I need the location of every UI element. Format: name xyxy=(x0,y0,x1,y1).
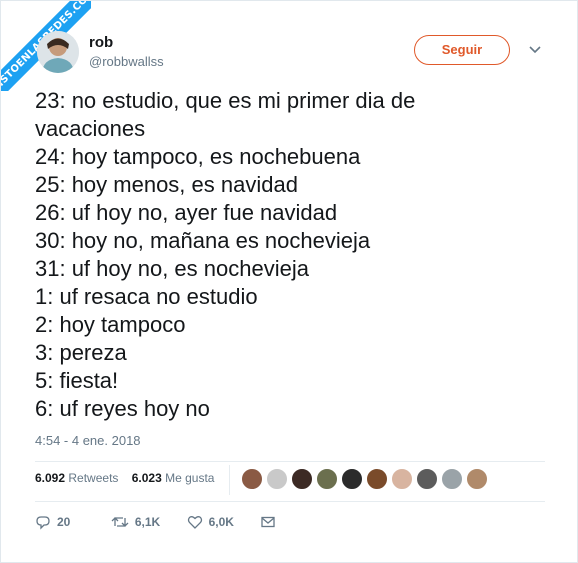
stats-separator xyxy=(229,465,230,495)
tweet-line: vacaciones xyxy=(35,116,146,141)
retweet-count: 6,1K xyxy=(134,514,161,529)
likes-count: 6.023 xyxy=(131,471,162,485)
tweet-actions: 20 6,1K 6,0K xyxy=(35,513,304,535)
tweet-line: 24: hoy tampoco, es nochebuena xyxy=(35,144,361,169)
chevron-down-icon[interactable] xyxy=(527,41,543,57)
retweet-button[interactable]: 6,1K xyxy=(111,514,160,530)
retweets-count: 6.092 xyxy=(35,471,66,485)
tweet-line: 23: no estudio, que es mi primer dia de xyxy=(35,88,416,113)
tweet-timestamp[interactable]: 4:54 - 4 ene. 2018 xyxy=(35,433,141,448)
reply-count: 20 xyxy=(57,514,71,529)
like-button[interactable]: 6,0K xyxy=(187,514,234,530)
tweet-line: 6: uf reyes hoy no xyxy=(35,396,210,421)
avatar-8[interactable] xyxy=(416,468,438,490)
likers-avatars xyxy=(241,468,491,494)
avatar-1[interactable] xyxy=(241,468,263,490)
tweet-line: 3: pereza xyxy=(35,340,127,365)
retweets-label: Retweets xyxy=(68,471,119,485)
tweet-line: 5: fiesta! xyxy=(35,368,119,393)
tweet-header: rob @robbwallss Seguir xyxy=(37,31,547,75)
tweet-line: 2: hoy tampoco xyxy=(35,312,186,337)
avatar-3[interactable] xyxy=(291,468,313,490)
user-handle[interactable]: @robbwallss xyxy=(89,54,164,69)
divider xyxy=(35,501,545,502)
retweets-stat[interactable]: 6.092 Retweets xyxy=(35,471,118,485)
avatar-9[interactable] xyxy=(441,468,463,490)
tweet-line: 25: hoy menos, es navidad xyxy=(35,172,298,197)
follow-button[interactable]: Seguir xyxy=(414,35,510,65)
message-button[interactable] xyxy=(260,514,282,530)
divider xyxy=(35,461,545,462)
likes-stat[interactable]: 6.023 Me gusta xyxy=(132,471,215,485)
avatar-image xyxy=(37,31,79,73)
avatar-7[interactable] xyxy=(391,468,413,490)
likes-label: Me gusta xyxy=(165,471,215,485)
avatar-2[interactable] xyxy=(266,468,288,490)
retweet-icon xyxy=(111,516,129,527)
heart-icon xyxy=(187,515,202,529)
avatar-4[interactable] xyxy=(316,468,338,490)
tweet-line: 30: hoy no, mañana es nochevieja xyxy=(35,228,371,253)
tweet-line: 26: uf hoy no, ayer fue navidad xyxy=(35,200,338,225)
tweet-line: 1: uf resaca no estudio xyxy=(35,284,258,309)
avatar-5[interactable] xyxy=(341,468,363,490)
avatar[interactable] xyxy=(37,31,79,73)
avatar-10[interactable] xyxy=(466,468,488,490)
user-name[interactable]: rob xyxy=(89,34,113,51)
avatar-6[interactable] xyxy=(366,468,388,490)
reply-button[interactable]: 20 xyxy=(35,514,70,530)
like-count: 6,0K xyxy=(208,514,234,529)
tweet-line: 31: uf hoy no, es nochevieja xyxy=(35,256,309,281)
envelope-icon xyxy=(261,516,276,527)
tweet-text: 23: no estudio, que es mi primer dia de … xyxy=(35,87,555,423)
tweet-stats: 6.092 Retweets 6.023 Me gusta xyxy=(35,471,224,493)
tweet-card: VISTOENLASREDES.COM rob @robbwallss Segu… xyxy=(0,0,578,563)
reply-icon xyxy=(36,516,50,530)
